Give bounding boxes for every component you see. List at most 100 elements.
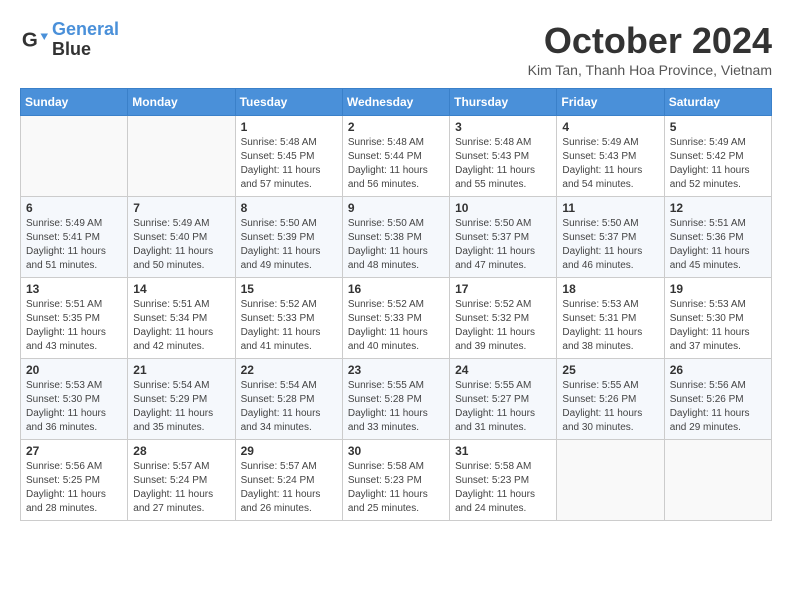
day-number: 10 [455,201,551,215]
calendar-cell: 7 Sunrise: 5:49 AMSunset: 5:40 PMDaylight… [128,197,235,278]
day-info: Sunrise: 5:49 AMSunset: 5:40 PMDaylight:… [133,217,229,273]
weekday-header: Sunday [21,89,128,116]
day-info: Sunrise: 5:54 AMSunset: 5:29 PMDaylight:… [133,379,229,435]
calendar-cell: 6 Sunrise: 5:49 AMSunset: 5:41 PMDaylight… [21,197,128,278]
day-number: 11 [562,201,658,215]
calendar-cell: 13 Sunrise: 5:51 AMSunset: 5:35 PMDayligh… [21,278,128,359]
day-number: 2 [348,120,444,134]
calendar-cell: 4 Sunrise: 5:49 AMSunset: 5:43 PMDaylight… [557,116,664,197]
calendar-cell: 17 Sunrise: 5:52 AMSunset: 5:32 PMDayligh… [450,278,557,359]
day-info: Sunrise: 5:58 AMSunset: 5:23 PMDaylight:… [455,460,551,516]
day-info: Sunrise: 5:52 AMSunset: 5:33 PMDaylight:… [348,298,444,354]
calendar-week-row: 27 Sunrise: 5:56 AMSunset: 5:25 PMDayligh… [21,440,772,521]
calendar-week-row: 1 Sunrise: 5:48 AMSunset: 5:45 PMDaylight… [21,116,772,197]
page-header: G General Blue October 2024 Kim Tan, Tha… [20,20,772,78]
day-info: Sunrise: 5:48 AMSunset: 5:43 PMDaylight:… [455,136,551,192]
calendar-cell: 22 Sunrise: 5:54 AMSunset: 5:28 PMDayligh… [235,359,342,440]
day-info: Sunrise: 5:56 AMSunset: 5:25 PMDaylight:… [26,460,122,516]
day-info: Sunrise: 5:57 AMSunset: 5:24 PMDaylight:… [241,460,337,516]
day-info: Sunrise: 5:58 AMSunset: 5:23 PMDaylight:… [348,460,444,516]
day-number: 26 [670,363,766,377]
calendar-cell: 10 Sunrise: 5:50 AMSunset: 5:37 PMDayligh… [450,197,557,278]
calendar-cell: 27 Sunrise: 5:56 AMSunset: 5:25 PMDayligh… [21,440,128,521]
calendar-cell: 2 Sunrise: 5:48 AMSunset: 5:44 PMDaylight… [342,116,449,197]
calendar-cell [21,116,128,197]
svg-text:G: G [22,28,38,51]
calendar-cell: 16 Sunrise: 5:52 AMSunset: 5:33 PMDayligh… [342,278,449,359]
calendar-cell [128,116,235,197]
day-number: 7 [133,201,229,215]
day-number: 12 [670,201,766,215]
day-number: 8 [241,201,337,215]
day-number: 31 [455,444,551,458]
day-number: 4 [562,120,658,134]
calendar-week-row: 13 Sunrise: 5:51 AMSunset: 5:35 PMDayligh… [21,278,772,359]
day-info: Sunrise: 5:51 AMSunset: 5:35 PMDaylight:… [26,298,122,354]
day-number: 19 [670,282,766,296]
calendar-table: SundayMondayTuesdayWednesdayThursdayFrid… [20,88,772,521]
day-number: 27 [26,444,122,458]
day-info: Sunrise: 5:50 AMSunset: 5:37 PMDaylight:… [455,217,551,273]
title-section: October 2024 Kim Tan, Thanh Hoa Province… [528,20,772,78]
day-number: 15 [241,282,337,296]
logo-text: General Blue [52,20,119,60]
day-number: 18 [562,282,658,296]
day-number: 17 [455,282,551,296]
day-number: 21 [133,363,229,377]
day-info: Sunrise: 5:48 AMSunset: 5:44 PMDaylight:… [348,136,444,192]
day-number: 30 [348,444,444,458]
calendar-cell: 18 Sunrise: 5:53 AMSunset: 5:31 PMDayligh… [557,278,664,359]
day-info: Sunrise: 5:54 AMSunset: 5:28 PMDaylight:… [241,379,337,435]
calendar-cell: 29 Sunrise: 5:57 AMSunset: 5:24 PMDayligh… [235,440,342,521]
day-info: Sunrise: 5:55 AMSunset: 5:27 PMDaylight:… [455,379,551,435]
day-info: Sunrise: 5:49 AMSunset: 5:43 PMDaylight:… [562,136,658,192]
calendar-week-row: 20 Sunrise: 5:53 AMSunset: 5:30 PMDayligh… [21,359,772,440]
day-number: 9 [348,201,444,215]
day-number: 13 [26,282,122,296]
calendar-cell: 20 Sunrise: 5:53 AMSunset: 5:30 PMDayligh… [21,359,128,440]
day-info: Sunrise: 5:51 AMSunset: 5:34 PMDaylight:… [133,298,229,354]
weekday-header: Friday [557,89,664,116]
calendar-cell [557,440,664,521]
day-info: Sunrise: 5:52 AMSunset: 5:33 PMDaylight:… [241,298,337,354]
month-title: October 2024 [528,20,772,62]
location-title: Kim Tan, Thanh Hoa Province, Vietnam [528,62,772,78]
calendar-cell: 24 Sunrise: 5:55 AMSunset: 5:27 PMDayligh… [450,359,557,440]
calendar-cell: 31 Sunrise: 5:58 AMSunset: 5:23 PMDayligh… [450,440,557,521]
day-info: Sunrise: 5:49 AMSunset: 5:41 PMDaylight:… [26,217,122,273]
day-info: Sunrise: 5:53 AMSunset: 5:30 PMDaylight:… [26,379,122,435]
calendar-cell: 12 Sunrise: 5:51 AMSunset: 5:36 PMDayligh… [664,197,771,278]
day-number: 5 [670,120,766,134]
day-info: Sunrise: 5:52 AMSunset: 5:32 PMDaylight:… [455,298,551,354]
day-info: Sunrise: 5:53 AMSunset: 5:30 PMDaylight:… [670,298,766,354]
day-number: 29 [241,444,337,458]
calendar-cell [664,440,771,521]
weekday-header: Monday [128,89,235,116]
calendar-cell: 3Sunrise: 5:48 AMSunset: 5:43 PMDaylight… [450,116,557,197]
day-number: 16 [348,282,444,296]
calendar-cell: 21 Sunrise: 5:54 AMSunset: 5:29 PMDayligh… [128,359,235,440]
day-number: 20 [26,363,122,377]
day-number: 6 [26,201,122,215]
day-number: 22 [241,363,337,377]
day-info: Sunrise: 5:48 AMSunset: 5:45 PMDaylight:… [241,136,337,192]
day-info: Sunrise: 5:51 AMSunset: 5:36 PMDaylight:… [670,217,766,273]
day-info: Sunrise: 5:49 AMSunset: 5:42 PMDaylight:… [670,136,766,192]
logo-icon: G [20,26,48,54]
logo: G General Blue [20,20,119,60]
day-info: Sunrise: 5:55 AMSunset: 5:26 PMDaylight:… [562,379,658,435]
day-info: Sunrise: 5:50 AMSunset: 5:39 PMDaylight:… [241,217,337,273]
weekday-header: Wednesday [342,89,449,116]
weekday-header: Tuesday [235,89,342,116]
day-number: 24 [455,363,551,377]
calendar-cell: 23Sunrise: 5:55 AMSunset: 5:28 PMDayligh… [342,359,449,440]
calendar-cell: 25Sunrise: 5:55 AMSunset: 5:26 PMDayligh… [557,359,664,440]
calendar-header-row: SundayMondayTuesdayWednesdayThursdayFrid… [21,89,772,116]
calendar-cell: 28Sunrise: 5:57 AMSunset: 5:24 PMDayligh… [128,440,235,521]
calendar-cell: 15 Sunrise: 5:52 AMSunset: 5:33 PMDayligh… [235,278,342,359]
day-number: 1 [241,120,337,134]
day-info: Sunrise: 5:53 AMSunset: 5:31 PMDaylight:… [562,298,658,354]
day-number: 23 [348,363,444,377]
calendar-cell: 9Sunrise: 5:50 AMSunset: 5:38 PMDaylight… [342,197,449,278]
day-info: Sunrise: 5:56 AMSunset: 5:26 PMDaylight:… [670,379,766,435]
